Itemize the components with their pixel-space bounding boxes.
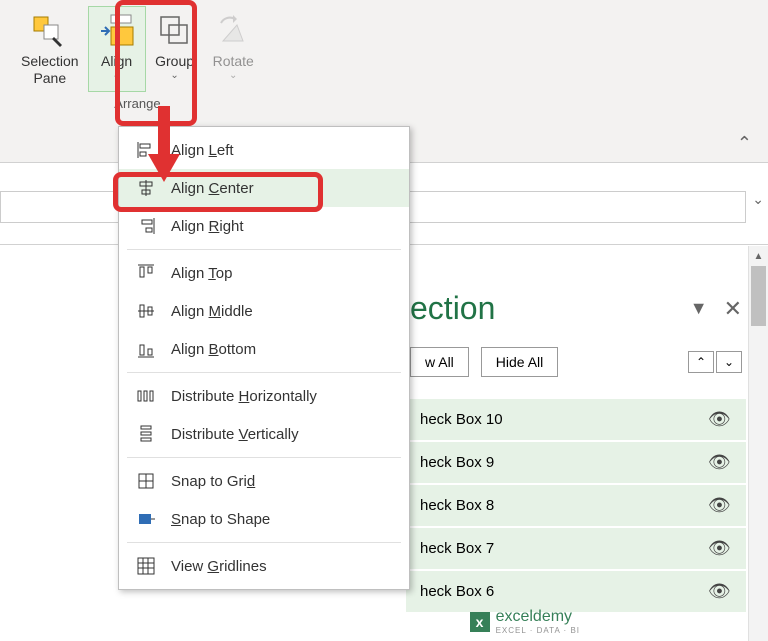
group-name-label: Arrange [114, 96, 160, 111]
item-label: heck Box 10 [420, 411, 503, 428]
snap-to-grid-item[interactable]: Snap to Grid [119, 462, 409, 500]
selection-pane-button[interactable]: SelectionPane [12, 6, 88, 92]
list-item[interactable]: heck Box 10 👁 [406, 399, 746, 440]
selection-pane: ection ▼ ✕ w All Hide All ⌃ ⌄ heck Box 1… [406, 282, 746, 614]
visibility-toggle-icon[interactable]: 👁 [708, 452, 732, 473]
distribute-v-icon [135, 423, 157, 445]
chevron-down-icon: ⌄ [112, 70, 120, 81]
menu-label: Align Bottom [171, 341, 256, 358]
align-button[interactable]: Align ⌄ [88, 6, 146, 92]
group-button[interactable]: Group ⌄ [146, 6, 204, 92]
pane-object-list: heck Box 10 👁 heck Box 9 👁 heck Box 8 👁 hec… [406, 399, 746, 612]
selection-pane-label: SelectionPane [21, 53, 79, 87]
scroll-up-button[interactable]: ▲ [749, 246, 768, 266]
menu-label: Align Middle [171, 303, 253, 320]
list-item[interactable]: heck Box 7 👁 [406, 528, 746, 569]
pane-header: ection ▼ ✕ [406, 282, 746, 343]
view-gridlines-item[interactable]: View Gridlines [119, 547, 409, 585]
item-label: heck Box 7 [420, 540, 494, 557]
align-top-icon [135, 262, 157, 284]
menu-separator [127, 249, 401, 250]
align-left-item[interactable]: Align Left [119, 131, 409, 169]
menu-label: Distribute Horizontally [171, 388, 317, 405]
pane-close-button[interactable]: ✕ [724, 296, 742, 322]
pane-toolbar: w All Hide All ⌃ ⌄ [406, 343, 746, 381]
rotate-icon [213, 11, 253, 51]
distribute-h-icon [135, 385, 157, 407]
pane-title: ection [410, 290, 495, 327]
chevron-down-icon: ⌄ [229, 70, 237, 81]
snap-to-shape-item[interactable]: Snap to Shape [119, 500, 409, 538]
distribute-vertically-item[interactable]: Distribute Vertically [119, 415, 409, 453]
visibility-toggle-icon[interactable]: 👁 [708, 581, 732, 602]
pane-options-button[interactable]: ▼ [690, 298, 708, 319]
gridlines-icon [135, 555, 157, 577]
menu-separator [127, 372, 401, 373]
menu-label: View Gridlines [171, 558, 267, 575]
list-item[interactable]: heck Box 9 👁 [406, 442, 746, 483]
align-label: Align [101, 53, 132, 70]
visibility-toggle-icon[interactable]: 👁 [708, 538, 732, 559]
snap-shape-icon [135, 508, 157, 530]
rotate-button: Rotate ⌄ [204, 6, 263, 92]
menu-label: Align Left [171, 142, 234, 159]
collapse-ribbon-button[interactable]: ⌃ [737, 133, 752, 154]
align-middle-icon [135, 300, 157, 322]
show-all-button[interactable]: w All [410, 347, 469, 377]
watermark-sub: EXCEL · DATA · BI [496, 626, 580, 635]
align-center-icon [135, 177, 157, 199]
list-item[interactable]: heck Box 8 👁 [406, 485, 746, 526]
move-down-button[interactable]: ⌄ [716, 351, 742, 373]
move-up-button[interactable]: ⌃ [688, 351, 714, 373]
formula-expand-button[interactable]: ⌄ [752, 191, 764, 208]
rotate-label: Rotate [213, 53, 254, 70]
align-right-icon [135, 215, 157, 237]
align-icon [97, 11, 137, 51]
distribute-horizontally-item[interactable]: Distribute Horizontally [119, 377, 409, 415]
menu-separator [127, 457, 401, 458]
watermark-icon: x [470, 612, 490, 632]
item-label: heck Box 8 [420, 497, 494, 514]
item-label: heck Box 6 [420, 583, 494, 600]
menu-label: Align Right [171, 218, 244, 235]
align-right-item[interactable]: Align Right [119, 207, 409, 245]
align-dropdown-menu: Align Left Align Center Align Right Alig… [118, 126, 410, 590]
align-bottom-icon [135, 338, 157, 360]
menu-label: Align Top [171, 265, 232, 282]
menu-label: Distribute Vertically [171, 426, 299, 443]
item-label: heck Box 9 [420, 454, 494, 471]
scroll-thumb[interactable] [751, 266, 766, 326]
selection-pane-icon [30, 11, 70, 51]
group-label: Group [155, 53, 194, 70]
visibility-toggle-icon[interactable]: 👁 [708, 495, 732, 516]
menu-label: Align Center [171, 180, 254, 197]
align-top-item[interactable]: Align Top [119, 254, 409, 292]
align-center-item[interactable]: Align Center [119, 169, 409, 207]
menu-separator [127, 542, 401, 543]
align-middle-item[interactable]: Align Middle [119, 292, 409, 330]
watermark: x exceldemy EXCEL · DATA · BI [470, 608, 580, 635]
hide-all-button[interactable]: Hide All [481, 347, 558, 377]
list-item[interactable]: heck Box 6 👁 [406, 571, 746, 612]
arrange-group: SelectionPane Align ⌄ Group ⌄ R [8, 4, 267, 113]
watermark-brand: exceldemy [496, 608, 580, 626]
snap-grid-icon [135, 470, 157, 492]
vertical-scrollbar[interactable]: ▲ [748, 246, 768, 641]
menu-label: Snap to Grid [171, 473, 255, 490]
align-left-icon [135, 139, 157, 161]
chevron-down-icon: ⌄ [170, 70, 178, 81]
group-icon [155, 11, 195, 51]
visibility-toggle-icon[interactable]: 👁 [708, 409, 732, 430]
menu-label: Snap to Shape [171, 511, 270, 528]
align-bottom-item[interactable]: Align Bottom [119, 330, 409, 368]
